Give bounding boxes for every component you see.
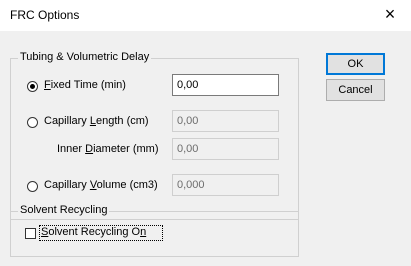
inner-diameter-input[interactable]: 0,00 (172, 138, 279, 160)
solvent-recycling-group-label: Solvent Recycling (18, 204, 110, 216)
solvent-recycling-checkbox[interactable] (25, 228, 36, 239)
inner-diameter-label: Inner Diameter (mm) (57, 143, 159, 155)
capillary-length-input[interactable]: 0,00 (172, 110, 279, 132)
fixed-time-label[interactable]: Fixed Time (min) (44, 79, 126, 91)
solvent-recycling-label[interactable]: Solvent Recycling On (41, 226, 146, 238)
fixed-time-radio[interactable] (27, 81, 38, 92)
window-title: FRC Options (10, 8, 80, 22)
fixed-time-input[interactable]: 0,00 (172, 74, 279, 96)
capillary-volume-input[interactable]: 0,000 (172, 174, 279, 196)
capillary-length-radio[interactable] (27, 117, 38, 128)
ok-button[interactable]: OK (326, 53, 385, 75)
solvent-recycling-group: Solvent Recycling Solvent Recycling On (10, 204, 299, 257)
capillary-length-label[interactable]: Capillary Length (cm) (44, 115, 149, 127)
capillary-volume-label[interactable]: Capillary Volume (cm3) (44, 179, 158, 191)
tubing-group-label: Tubing & Volumetric Delay (18, 51, 152, 63)
dialog-body: Tubing & Volumetric Delay Fixed Time (mi… (0, 31, 411, 266)
close-icon[interactable]: × (379, 4, 401, 24)
tubing-group: Tubing & Volumetric Delay Fixed Time (mi… (10, 51, 299, 220)
capillary-volume-radio[interactable] (27, 181, 38, 192)
cancel-button[interactable]: Cancel (326, 79, 385, 101)
title-bar: FRC Options × (0, 0, 411, 31)
